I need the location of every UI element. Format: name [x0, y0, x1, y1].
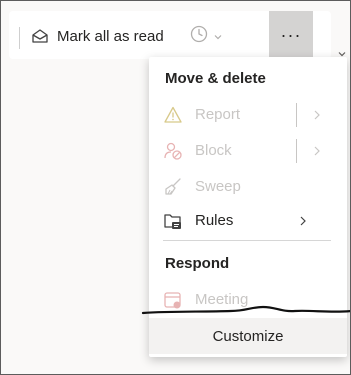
toolbar-separator: [19, 27, 20, 49]
broom-icon: [163, 177, 183, 197]
chevron-right-icon[interactable]: [299, 214, 307, 232]
snooze-button[interactable]: [189, 24, 223, 49]
calendar-icon: [163, 290, 183, 310]
menu-item-report[interactable]: Report: [149, 97, 347, 133]
more-actions-menu: Move & delete Report Block Sweep Rules R…: [149, 57, 347, 357]
menu-item-rules[interactable]: Rules: [149, 203, 347, 239]
more-icon: ···: [280, 24, 302, 45]
report-label: Report: [195, 106, 241, 123]
menu-item-block[interactable]: Block: [149, 133, 347, 169]
menu-item-sweep[interactable]: Sweep: [149, 169, 347, 205]
report-split-separator: [296, 103, 297, 127]
chevron-right-icon[interactable]: [313, 144, 321, 162]
toolbar: Mark all as read ···: [9, 11, 331, 59]
customize-button[interactable]: Customize: [149, 318, 347, 354]
respond-heading: Respond: [165, 255, 230, 272]
chevron-right-icon[interactable]: [313, 108, 321, 126]
chevron-down-icon: [213, 28, 223, 46]
mark-all-read-label: Mark all as read: [57, 27, 164, 45]
envelope-open-icon: [31, 28, 49, 44]
rules-label: Rules: [195, 212, 234, 229]
customize-label: Customize: [212, 327, 284, 345]
move-delete-heading: Move & delete: [165, 70, 266, 87]
clock-icon: [189, 24, 209, 49]
menu-item-meeting[interactable]: Meeting: [149, 282, 347, 318]
block-label: Block: [195, 142, 232, 159]
menu-divider: [163, 240, 331, 241]
folder-rules-icon: [163, 211, 183, 231]
mark-all-read-button[interactable]: Mark all as read: [31, 22, 164, 50]
warning-icon: [163, 105, 183, 125]
block-user-icon: [163, 141, 183, 161]
meeting-label: Meeting: [195, 291, 249, 308]
block-split-separator: [296, 139, 297, 163]
more-actions-button[interactable]: ···: [269, 11, 313, 59]
sweep-label: Sweep: [195, 178, 241, 195]
app-frame: Mark all as read ··· Move & delete Repor…: [0, 0, 351, 375]
